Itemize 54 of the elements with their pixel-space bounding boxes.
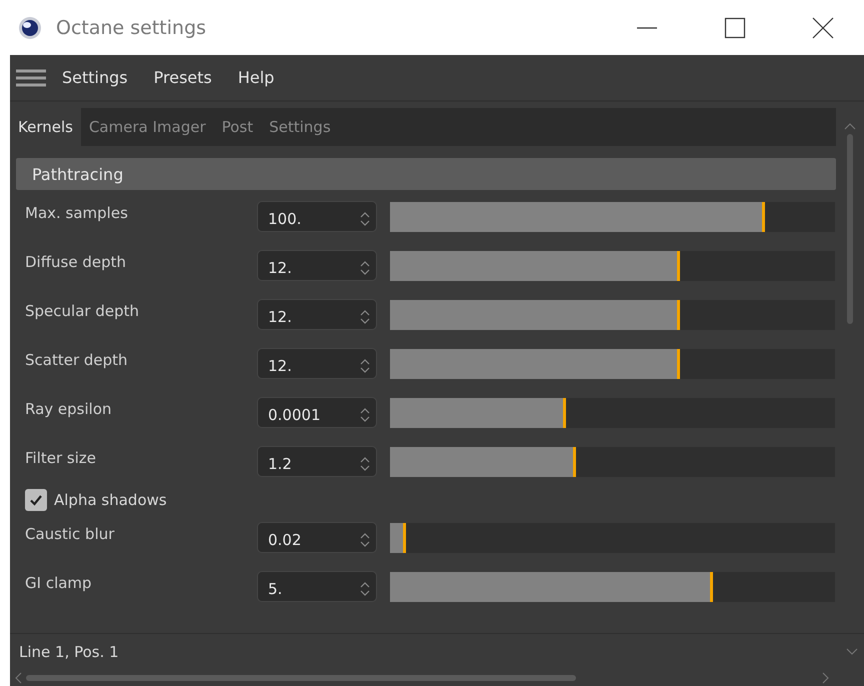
number-field[interactable]: 100. [257,201,377,232]
slider-track[interactable] [389,250,836,282]
field-label: Caustic blur [25,524,116,543]
field-label: Ray epsilon [25,399,113,418]
status-text: Line 1, Pos. 1 [19,643,120,661]
tab[interactable]: Post [214,108,262,146]
slider-track[interactable] [389,396,836,428]
spinner-arrows-icon[interactable] [360,580,370,598]
slider-track[interactable] [389,200,836,232]
slider-track[interactable] [389,522,836,554]
scroll-down-icon[interactable] [846,648,858,656]
app-logo-icon [18,16,42,40]
spinner-arrows-icon[interactable] [360,530,370,548]
scrollbar-thumb[interactable] [847,134,853,324]
menu-item[interactable]: Settings [62,68,128,87]
spinner-arrows-icon[interactable] [360,308,370,326]
menu-item[interactable]: Help [238,68,274,87]
slider-track[interactable] [389,298,836,330]
close-icon[interactable] [812,16,834,38]
spinner-arrows-icon[interactable] [360,210,370,228]
number-field[interactable]: 1.2 [257,446,377,477]
checkbox[interactable] [25,489,47,511]
number-field[interactable]: 12. [257,299,377,330]
field-label: Max. samples [25,203,129,222]
number-field[interactable]: 0.02 [257,522,377,553]
section-header[interactable]: Pathtracing [16,158,836,190]
number-field[interactable]: 12. [257,348,377,379]
tab[interactable]: Camera Imager [80,108,214,146]
slider-track[interactable] [389,348,836,380]
scroll-right-icon[interactable] [822,672,830,684]
window-title: Octane settings [56,16,206,38]
field-label: Filter size [25,448,98,467]
number-field[interactable]: 12. [257,250,377,281]
tab[interactable]: Settings [261,108,339,146]
slider-track[interactable] [389,446,836,478]
field-label: Diffuse depth [25,252,128,271]
scrollbar-thumb[interactable] [26,675,576,681]
field-label: GI clamp [25,573,93,592]
menu-icon[interactable] [16,68,46,88]
field-label: Scatter depth [25,350,129,369]
scroll-up-icon[interactable] [844,122,856,130]
slider-track[interactable] [389,570,836,602]
field-label: Specular depth [25,301,140,320]
scroll-left-icon[interactable] [14,672,22,684]
spinner-arrows-icon[interactable] [360,356,370,374]
number-field[interactable]: 5. [257,571,377,602]
spinner-arrows-icon[interactable] [360,454,370,472]
checkbox-label: Alpha shadows [54,491,167,509]
spinner-arrows-icon[interactable] [360,258,370,276]
menu-item[interactable]: Presets [154,68,212,87]
spinner-arrows-icon[interactable] [360,406,370,424]
maximize-icon[interactable] [724,16,746,38]
number-field[interactable]: 0.0001 [257,397,377,428]
tab[interactable]: Kernels [10,108,81,146]
